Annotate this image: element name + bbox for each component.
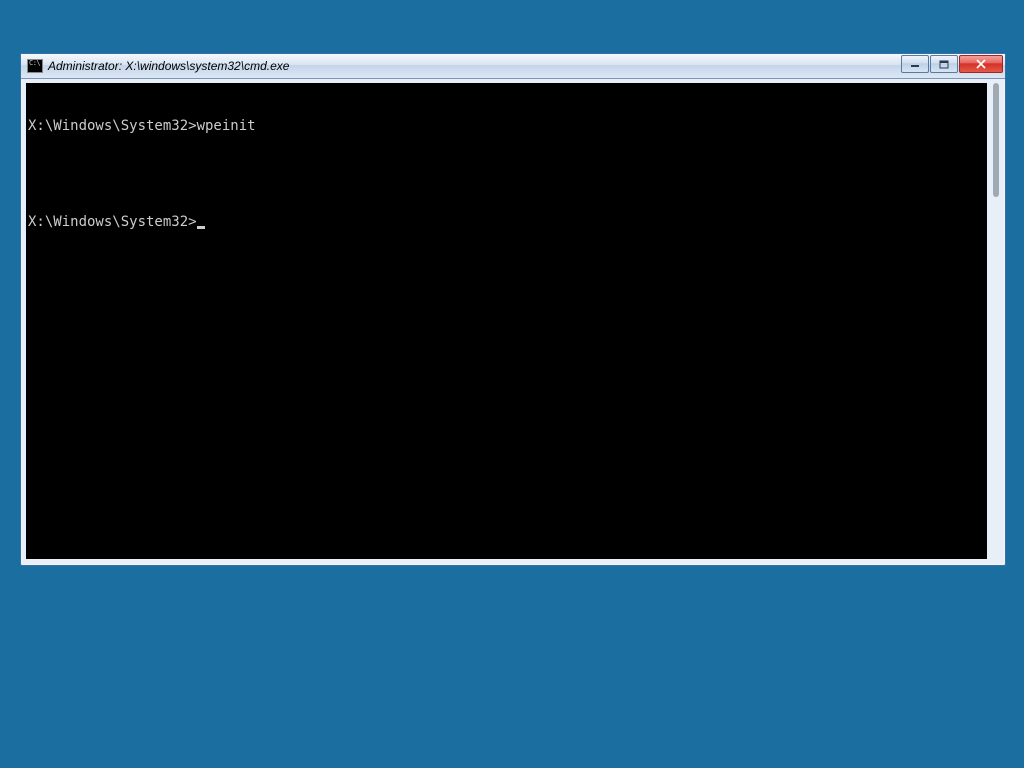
- prompt-text: X:\Windows\System32>: [28, 118, 197, 134]
- window-title: Administrator: X:\windows\system32\cmd.e…: [48, 59, 289, 73]
- window-controls: [901, 55, 1003, 73]
- cmd-window: Administrator: X:\windows\system32\cmd.e…: [20, 53, 1006, 566]
- command-text: wpeinit: [197, 118, 256, 134]
- maximize-icon: [939, 60, 949, 69]
- cmd-icon: [27, 59, 43, 73]
- minimize-icon: [910, 60, 920, 69]
- close-icon: [975, 59, 987, 69]
- terminal-line: X:\Windows\System32>wpeinit: [28, 118, 985, 134]
- terminal-current-line: X:\Windows\System32>: [28, 214, 985, 230]
- terminal-blank-line: [28, 166, 985, 182]
- scrollbar-thumb[interactable]: [993, 83, 999, 197]
- current-prompt: X:\Windows\System32>: [28, 214, 197, 230]
- close-button[interactable]: [959, 55, 1003, 73]
- titlebar[interactable]: Administrator: X:\windows\system32\cmd.e…: [21, 54, 1005, 79]
- minimize-button[interactable]: [901, 55, 929, 73]
- maximize-button[interactable]: [930, 55, 958, 73]
- console-area[interactable]: X:\Windows\System32>wpeinit X:\Windows\S…: [26, 83, 987, 559]
- cursor: [197, 226, 205, 229]
- terminal-content: X:\Windows\System32>wpeinit X:\Windows\S…: [26, 83, 987, 265]
